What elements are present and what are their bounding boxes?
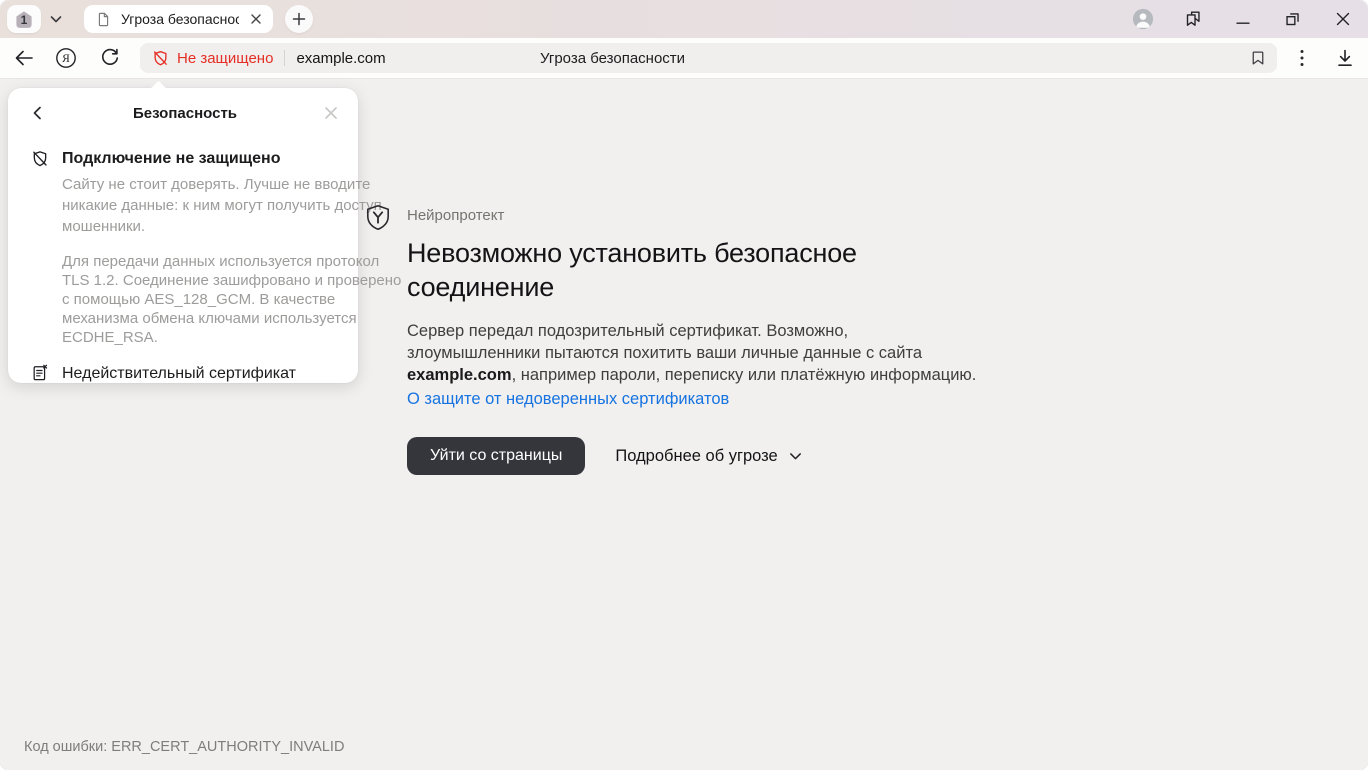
threat-domain: example.com	[407, 366, 512, 384]
tab-close-icon[interactable]	[248, 11, 264, 27]
popup-title: Безопасность	[48, 105, 322, 122]
tab-counter-value: 1	[13, 11, 35, 30]
bookmark-icon[interactable]	[1248, 48, 1268, 68]
invalid-certificate-title: Недействительный сертификат	[62, 365, 296, 383]
close-window-icon[interactable]	[1332, 8, 1354, 30]
page-title: Невозможно установить безопасное соедине…	[407, 236, 1027, 304]
reload-icon[interactable]	[98, 46, 122, 70]
window-controls	[1132, 0, 1354, 38]
warning-description: Сервер передал подозрительный сертификат…	[407, 320, 1027, 386]
brand-label: Нейропротект	[407, 207, 1027, 224]
minimize-icon[interactable]	[1232, 8, 1254, 30]
tabs-dropdown-icon[interactable]	[46, 9, 66, 29]
profile-avatar[interactable]	[1132, 8, 1154, 30]
action-buttons: Уйти со страницы Подробнее об угрозе	[407, 437, 1027, 475]
tab-title: Угроза безопасности	[121, 11, 239, 27]
page-icon	[95, 11, 112, 28]
address-bar-page-title: Угроза безопасности	[540, 43, 685, 73]
popup-header: Безопасность	[8, 88, 358, 123]
side-panel-bookmarks-icon[interactable]	[1182, 8, 1204, 30]
shield-off-icon	[30, 149, 50, 169]
security-status-label: Не защищено	[177, 50, 273, 67]
back-icon[interactable]	[12, 46, 36, 70]
security-interstitial: Нейропротект Невозможно установить безоп…	[363, 200, 1027, 475]
new-tab-button[interactable]	[285, 5, 313, 33]
certificate-invalid-icon	[30, 363, 50, 383]
menu-kebab-icon[interactable]	[1290, 46, 1314, 70]
security-status-badge[interactable]: Не защищено	[151, 49, 273, 68]
chevron-down-icon	[787, 448, 804, 465]
popup-close-icon[interactable]	[322, 104, 340, 122]
tab-counter-badge: 1	[13, 9, 35, 30]
connection-status-description: Сайту не стоит доверять. Лучше не вводит…	[62, 174, 382, 237]
tab-bar: 1 Угроза безопасности	[0, 0, 1368, 38]
downloads-icon[interactable]	[1333, 46, 1357, 70]
popup-back-icon[interactable]	[28, 103, 48, 123]
threat-details-button[interactable]: Подробнее об угрозе	[615, 447, 803, 466]
tab-counter-button[interactable]: 1	[7, 5, 41, 33]
browser-window: 1 Угроза безопасности	[0, 0, 1368, 770]
svg-text:Я: Я	[62, 53, 70, 65]
restore-window-icon[interactable]	[1282, 8, 1304, 30]
page-content: Безопасность Подключение не защищено Сай…	[0, 78, 1368, 770]
url-text: example.com	[296, 50, 385, 67]
address-bar[interactable]: Не защищено example.com Угроза безопасно…	[140, 43, 1277, 73]
leave-page-button[interactable]: Уйти со страницы	[407, 437, 585, 475]
tab[interactable]: Угроза безопасности	[84, 5, 273, 33]
toolbar: Я Не защищено example.com Угроза безопас…	[0, 38, 1368, 78]
shield-off-icon	[151, 49, 170, 68]
plus-icon	[291, 11, 307, 27]
certificates-help-link[interactable]: О защите от недоверенных сертификатов	[407, 388, 729, 410]
connection-status-title: Подключение не защищено	[62, 150, 382, 168]
connection-status-item: Подключение не защищено Сайту не стоит д…	[8, 150, 358, 237]
error-code: Код ошибки: ERR_CERT_AUTHORITY_INVALID	[24, 739, 344, 755]
invalid-certificate-item[interactable]: Недействительный сертификат	[8, 364, 358, 383]
protect-shield-y-icon	[363, 203, 393, 233]
tls-details-text: Для передачи данных используется протоко…	[62, 252, 358, 347]
url-divider	[284, 50, 285, 66]
security-popup: Безопасность Подключение не защищено Сай…	[8, 88, 358, 383]
yandex-logo-icon[interactable]: Я	[54, 46, 78, 70]
